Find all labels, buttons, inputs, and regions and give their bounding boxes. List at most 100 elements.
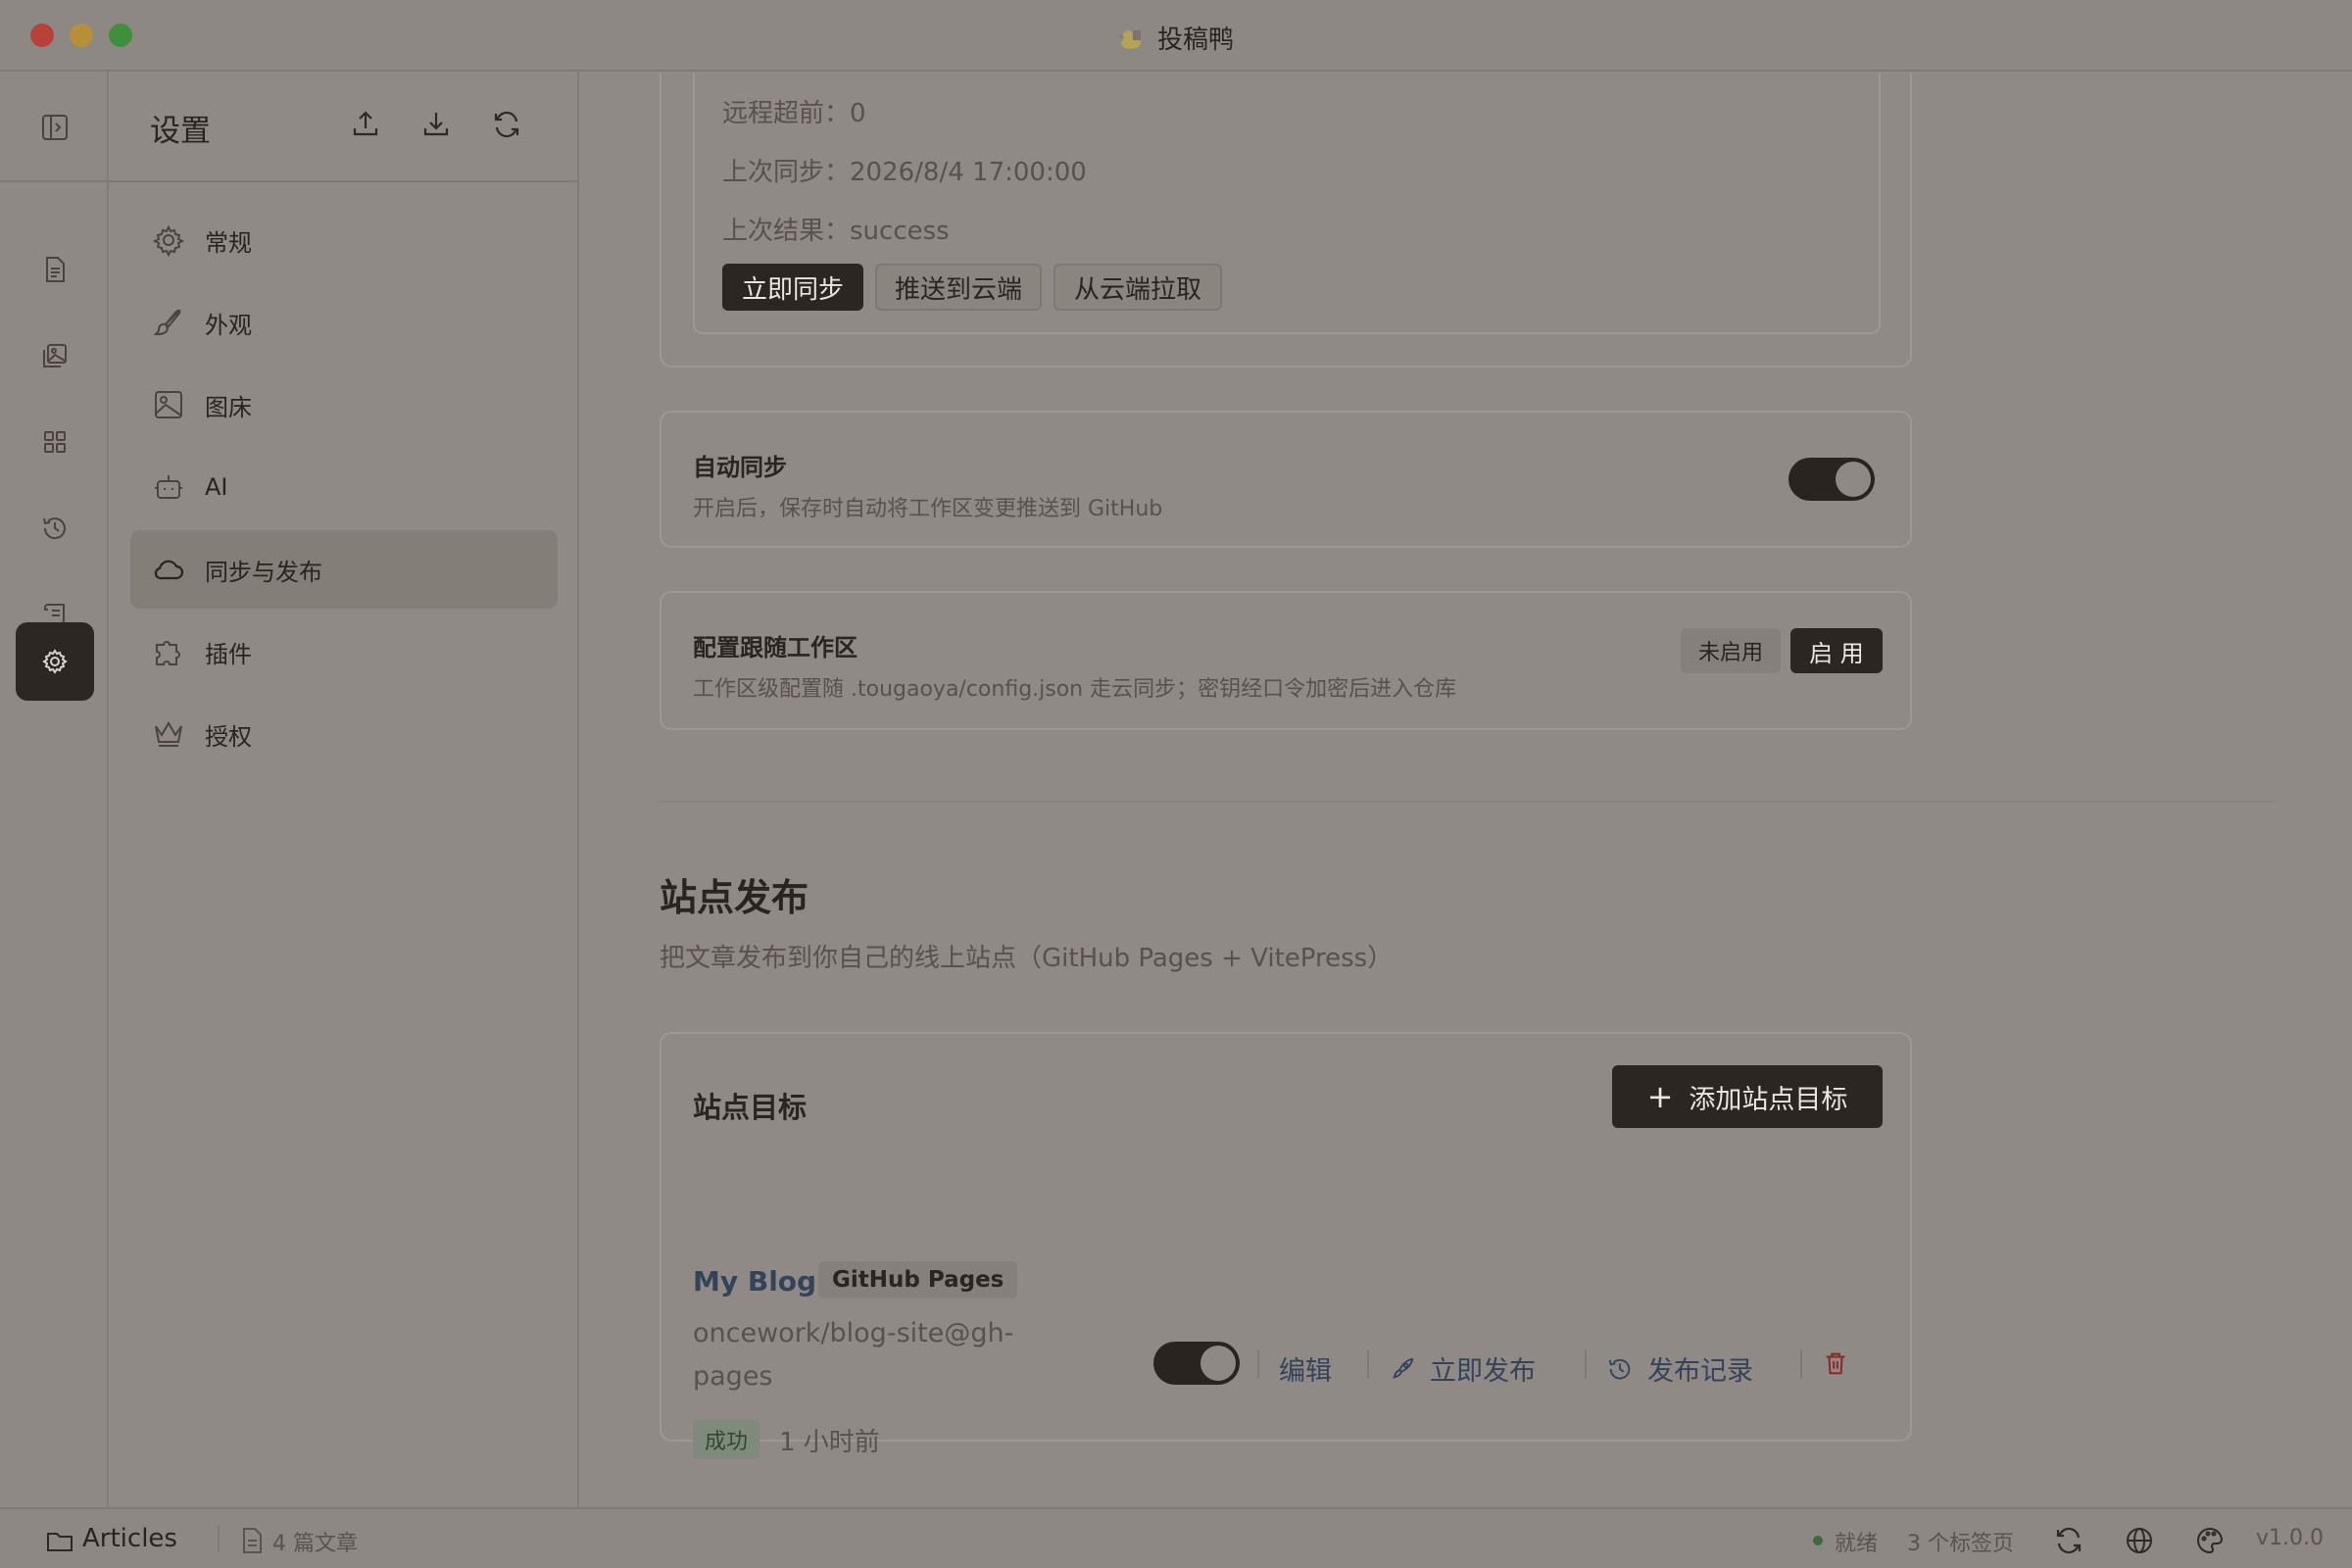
- nav-item-label: 插件: [205, 640, 252, 668]
- history-icon: [43, 517, 66, 540]
- publish-now-button[interactable]: 立即发布: [1389, 1349, 1536, 1388]
- sidebar-toggle-icon: [42, 115, 68, 140]
- sync-card: 远程超前：0 上次同步：2026/8/4 17:00:00 上次结果：succe…: [660, 74, 1912, 368]
- site-target-type-badge: GitHub Pages: [818, 1261, 1018, 1298]
- auto-sync-title: 自动同步: [693, 454, 787, 481]
- icon-rail: [0, 72, 109, 1507]
- last-result-text: 上次结果：success: [722, 217, 950, 246]
- status-dot-icon: [1813, 1536, 1823, 1545]
- site-target-name[interactable]: My Blog: [693, 1265, 816, 1298]
- config-follow-card: 配置跟随工作区 工作区级配置随 .tougaoya/config.json 走云…: [660, 591, 1912, 730]
- edit-target-button[interactable]: 编辑: [1279, 1349, 1332, 1388]
- nav-item-sync-publish[interactable]: 同步与发布: [130, 530, 558, 609]
- nav-item-license[interactable]: 授权: [130, 695, 558, 773]
- last-sync-text: 上次同步：2026/8/4 17:00:00: [722, 158, 1087, 187]
- plus-icon: +: [1646, 1078, 1674, 1115]
- add-site-target-button[interactable]: + 添加站点目标: [1612, 1065, 1883, 1128]
- document-icon: [237, 1526, 262, 1555]
- settings-title: 设置: [150, 114, 211, 149]
- nav-item-appearance[interactable]: 外观: [130, 283, 558, 362]
- images-icon: [43, 344, 67, 368]
- sync-now-button[interactable]: 立即同步: [722, 264, 863, 311]
- publish-history-label: 发布记录: [1647, 1356, 1753, 1387]
- auto-sync-toggle[interactable]: [1788, 458, 1875, 501]
- settings-sidebar: 设置 常规 外观 图床 AI 同步与发布 插件 授权: [109, 72, 579, 1507]
- delete-target-button[interactable]: [1822, 1349, 1849, 1377]
- sync-status-panel: 远程超前：0 上次同步：2026/8/4 17:00:00 上次结果：succe…: [693, 74, 1881, 334]
- site-targets-title: 站点目标: [693, 1091, 808, 1124]
- grid-icon: [44, 431, 66, 453]
- document-icon: [46, 257, 65, 282]
- rail-articles-button[interactable]: [16, 230, 94, 309]
- publish-now-label: 立即发布: [1430, 1356, 1536, 1387]
- title-bar: 投稿鸭: [0, 0, 2352, 72]
- publish-history-button[interactable]: 发布记录: [1606, 1349, 1753, 1388]
- toggle-sidebar-button[interactable]: [16, 88, 94, 167]
- nav-item-ai[interactable]: AI: [130, 448, 558, 526]
- rail-settings-button[interactable]: [16, 622, 94, 701]
- site-targets-card: 站点目标 + 添加站点目标 My Blog GitHub Pages oncewo…: [660, 1032, 1912, 1459]
- crown-icon: [155, 721, 182, 747]
- config-follow-title: 配置跟随工作区: [693, 634, 858, 662]
- rail-apps-button[interactable]: [16, 403, 94, 481]
- add-site-target-label: 添加站点目标: [1689, 1084, 1848, 1115]
- history-icon: [1608, 1358, 1631, 1379]
- nav-item-label: 外观: [205, 311, 252, 339]
- config-follow-desc: 工作区级配置随 .tougaoya/config.json 走云同步；密钥经口令…: [693, 677, 1457, 702]
- config-follow-on-option[interactable]: 启 用: [1790, 628, 1883, 673]
- download-icon: [423, 113, 449, 136]
- window-title: 投稿鸭: [1156, 25, 1234, 55]
- nav-item-label: 同步与发布: [205, 558, 322, 586]
- site-publish-title: 站点发布: [660, 876, 809, 919]
- workspace-folder-name[interactable]: Articles: [82, 1524, 177, 1553]
- nav-item-label: 图床: [205, 393, 252, 421]
- separator: [1367, 1349, 1369, 1379]
- push-to-cloud-button[interactable]: 推送到云端: [875, 264, 1042, 311]
- auto-sync-desc: 开启后，保存时自动将工作区变更推送到 GitHub: [693, 497, 1163, 521]
- tab-count: 3 个标签页: [1907, 1532, 2014, 1556]
- globe-icon: [2127, 1528, 2152, 1553]
- pull-from-cloud-button[interactable]: 从云端拉取: [1054, 264, 1222, 311]
- brush-icon: [153, 309, 181, 336]
- rail-history-button[interactable]: [16, 489, 94, 567]
- nav-item-plugins[interactable]: 插件: [130, 612, 558, 691]
- export-settings-button[interactable]: [350, 109, 381, 140]
- main-content: 远程超前：0 上次同步：2026/8/4 17:00:00 上次结果：succe…: [581, 74, 2352, 1507]
- import-settings-button[interactable]: [420, 109, 452, 140]
- publish-status-badge: 成功: [693, 1420, 760, 1459]
- status-bar: Articles 4 篇文章 就绪 3 个标签页 v1.0.0: [0, 1507, 2352, 1568]
- palette-icon: [2197, 1527, 2224, 1554]
- toggle-knob: [1200, 1346, 1236, 1381]
- gear-icon: [42, 649, 68, 674]
- site-target-repo-line2: pages: [693, 1361, 773, 1392]
- cloud-icon: [154, 560, 184, 580]
- nav-item-label: AI: [205, 473, 228, 501]
- puzzle-icon: [156, 641, 180, 665]
- folder-icon: [45, 1526, 74, 1555]
- sync-status-button[interactable]: [2054, 1526, 2083, 1555]
- window-title-container: 投稿鸭: [0, 20, 2352, 56]
- nav-item-label: 常规: [205, 228, 252, 257]
- nav-item-general[interactable]: 常规: [130, 201, 558, 279]
- rail-images-button[interactable]: [16, 317, 94, 395]
- gear-icon: [152, 224, 185, 257]
- separator: [1800, 1349, 1802, 1379]
- robot-icon: [155, 475, 182, 499]
- refresh-icon: [494, 111, 519, 138]
- theme-button[interactable]: [2195, 1526, 2225, 1555]
- duck-logo-icon: [1117, 26, 1144, 52]
- article-count: 4 篇文章: [272, 1532, 358, 1556]
- site-target-enabled-toggle[interactable]: [1153, 1342, 1240, 1385]
- language-button[interactable]: [2125, 1526, 2154, 1555]
- image-icon: [155, 391, 182, 418]
- ready-status: 就绪: [1835, 1532, 1879, 1556]
- config-follow-off-option[interactable]: 未启用: [1681, 628, 1781, 673]
- refresh-icon: [2056, 1527, 2082, 1554]
- rocket-icon: [1393, 1357, 1414, 1379]
- site-publish-desc: 把文章发布到你自己的线上站点（GitHub Pages + VitePress）: [660, 944, 1394, 973]
- settings-nav: 常规 外观 图床 AI 同步与发布 插件 授权: [130, 201, 558, 777]
- nav-item-image-host[interactable]: 图床: [130, 366, 558, 444]
- reload-settings-button[interactable]: [491, 109, 522, 140]
- nav-item-label: 授权: [205, 722, 252, 751]
- auto-sync-card: 自动同步 开启后，保存时自动将工作区变更推送到 GitHub: [660, 411, 1912, 548]
